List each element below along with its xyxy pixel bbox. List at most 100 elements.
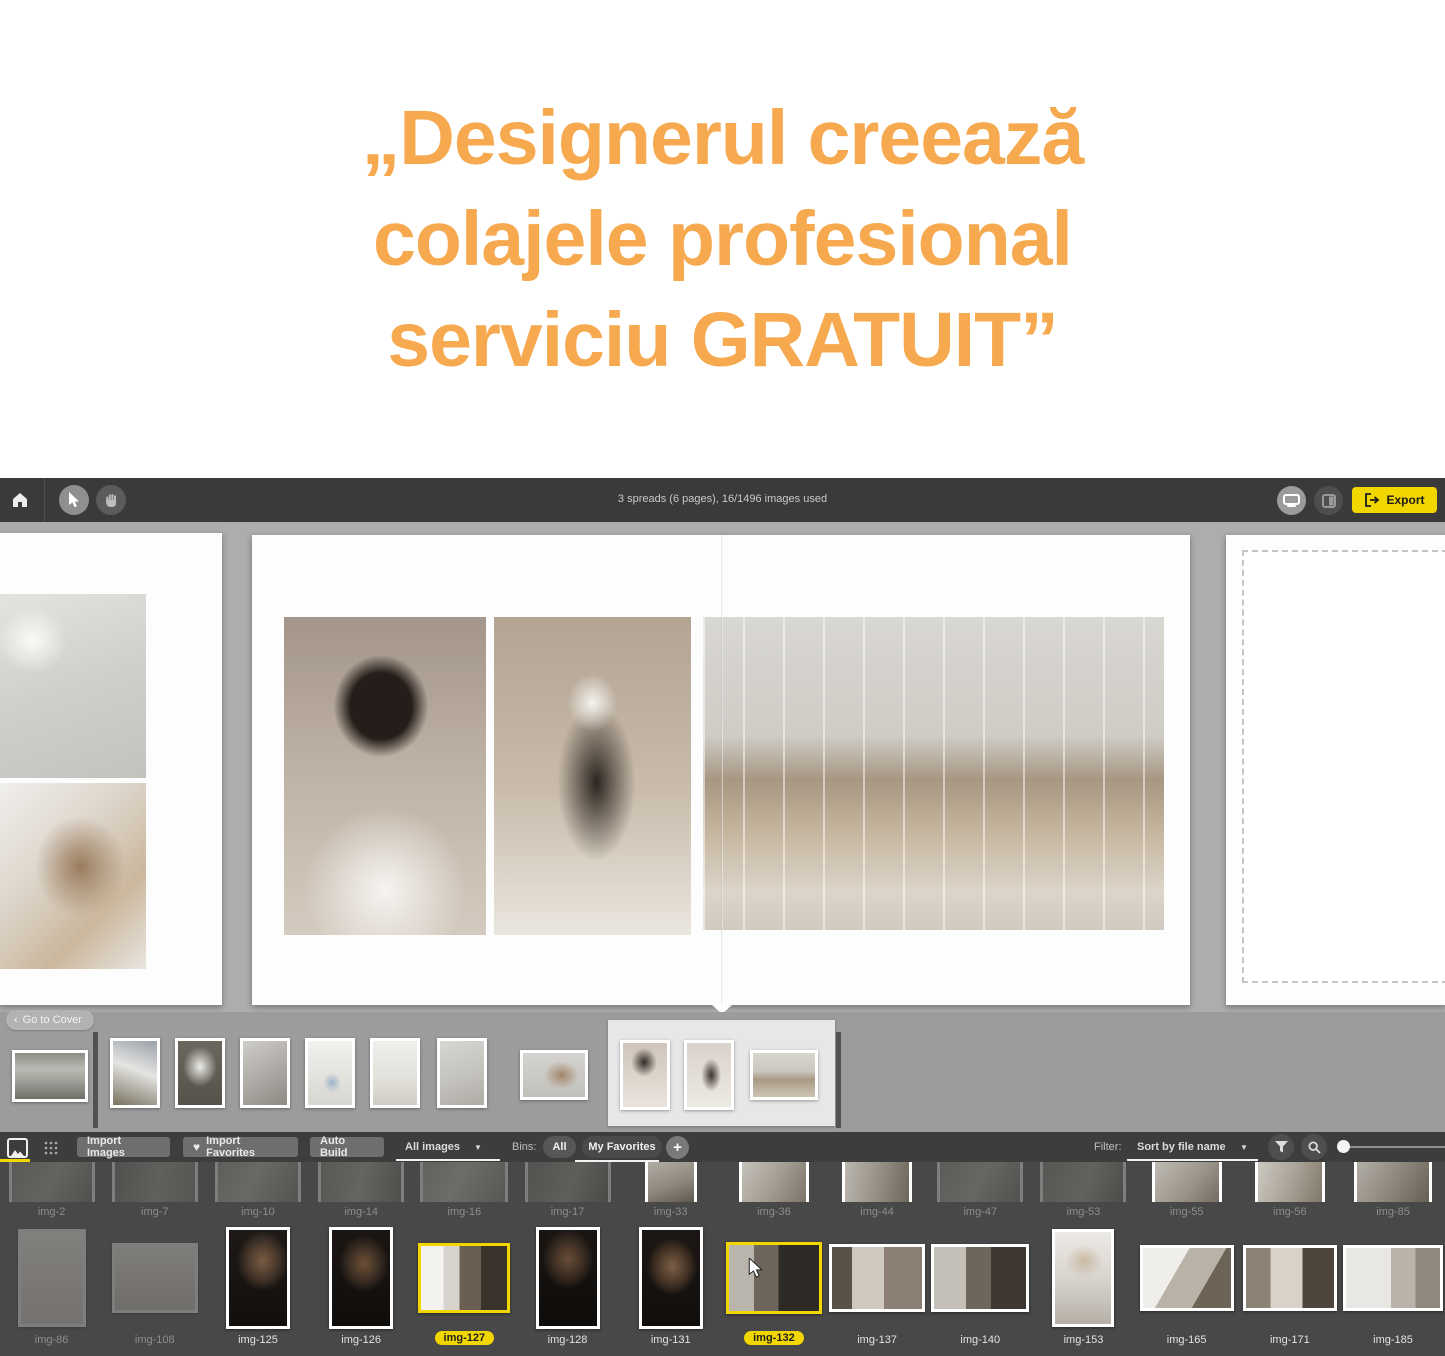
bins-all-button[interactable]: All xyxy=(543,1136,576,1158)
images-filter-value: All images xyxy=(405,1141,460,1153)
sort-dropdown[interactable]: Sort by file name xyxy=(1137,1141,1226,1153)
spread1-thumb-3[interactable] xyxy=(240,1038,290,1108)
spread1-thumb-1[interactable] xyxy=(110,1038,160,1108)
go-to-cover-button[interactable]: ‹ Go to Cover xyxy=(6,1010,94,1030)
export-button[interactable]: Export xyxy=(1352,487,1437,513)
thumb-img-137[interactable] xyxy=(829,1244,925,1312)
current-spread-page[interactable] xyxy=(252,535,1190,1005)
dots-grid-button[interactable] xyxy=(42,1139,60,1157)
thumb-img-56[interactable] xyxy=(1255,1162,1325,1202)
next-spread-page xyxy=(1226,535,1445,1005)
sort-value: Sort by file name xyxy=(1137,1141,1226,1153)
thumb-img-108[interactable] xyxy=(112,1243,198,1313)
thumb-img-36[interactable] xyxy=(739,1162,809,1202)
auto-build-label: Auto Build xyxy=(320,1135,374,1159)
chevron-down-icon[interactable]: ▼ xyxy=(474,1143,482,1152)
thumb-img-153[interactable] xyxy=(1052,1229,1114,1327)
selected-spread-thumb-2[interactable] xyxy=(684,1040,734,1110)
image-cell: img-185 xyxy=(1341,1226,1444,1346)
screenshot-root: „Designerul creează colajele profesional… xyxy=(0,0,1445,1356)
filmstrip-divider xyxy=(93,1032,98,1128)
thumb-img-131[interactable] xyxy=(639,1227,703,1329)
selected-spread-thumb-1[interactable] xyxy=(620,1040,670,1110)
image-icon xyxy=(11,1147,24,1156)
add-bin-button[interactable]: + xyxy=(666,1136,689,1159)
image-cell: img-33 xyxy=(619,1162,722,1218)
spread1-thumb-5[interactable] xyxy=(370,1038,420,1108)
photo-bride-bow-back[interactable] xyxy=(494,617,691,935)
spread1-thumb-6[interactable] xyxy=(437,1038,487,1108)
thumb-img-10[interactable] xyxy=(215,1162,301,1202)
thumb-img-7[interactable] xyxy=(112,1162,198,1202)
thumb-img-140[interactable] xyxy=(931,1244,1029,1312)
photo-veil-flowers[interactable] xyxy=(0,594,146,778)
image-label: img-17 xyxy=(551,1206,585,1218)
hero-headline-line2: colajele profesional xyxy=(373,189,1072,290)
image-cell: img-56 xyxy=(1238,1162,1341,1218)
image-cell: img-127 xyxy=(413,1226,516,1346)
search-button[interactable] xyxy=(1301,1134,1327,1160)
cover-spread-thumb[interactable] xyxy=(12,1050,88,1102)
thumb-img-16[interactable] xyxy=(420,1162,508,1202)
import-images-label: Import Images xyxy=(87,1135,160,1159)
thumb-img-126[interactable] xyxy=(329,1227,393,1329)
image-label: img-16 xyxy=(448,1206,482,1218)
photo-bridesmaids-group[interactable] xyxy=(703,617,1164,930)
selected-spread-panel[interactable] xyxy=(608,1020,835,1126)
image-label: img-44 xyxy=(860,1206,894,1218)
thumb-img-47[interactable] xyxy=(937,1162,1023,1202)
thumb-img-85[interactable] xyxy=(1354,1162,1432,1202)
image-cell: img-165 xyxy=(1135,1226,1238,1346)
thumb-img-55[interactable] xyxy=(1152,1162,1222,1202)
image-label-selected: img-127 xyxy=(435,1331,495,1345)
previous-spread-page xyxy=(0,533,222,1005)
image-label: img-7 xyxy=(141,1206,169,1218)
my-favorites-tab[interactable]: My Favorites xyxy=(582,1136,662,1158)
image-cell: img-44 xyxy=(826,1162,929,1218)
spread1-thumb-2[interactable] xyxy=(175,1038,225,1108)
thumb-img-171[interactable] xyxy=(1243,1245,1337,1311)
image-label: img-131 xyxy=(651,1334,691,1346)
spread-fold-line xyxy=(721,535,723,1005)
spread1-thumb-4[interactable] xyxy=(305,1038,355,1108)
my-favorites-label: My Favorites xyxy=(588,1141,655,1153)
import-favorites-button[interactable]: ♥ Import Favorites xyxy=(183,1137,298,1157)
empty-photo-placeholder[interactable] xyxy=(1242,550,1445,983)
auto-build-button[interactable]: Auto Build xyxy=(310,1137,384,1157)
filter-button[interactable] xyxy=(1268,1134,1294,1160)
thumb-img-128[interactable] xyxy=(536,1227,600,1329)
thumb-img-165[interactable] xyxy=(1140,1245,1234,1311)
image-view-button[interactable] xyxy=(7,1138,28,1158)
export-label: Export xyxy=(1386,493,1424,507)
image-cell: img-10 xyxy=(206,1162,309,1218)
thumb-img-86[interactable] xyxy=(18,1229,86,1327)
thumb-img-14[interactable] xyxy=(318,1162,404,1202)
thumbnail-size-slider-knob[interactable] xyxy=(1337,1140,1350,1153)
images-filter-dropdown[interactable]: All images xyxy=(405,1141,460,1153)
photo-jewelry-box[interactable] xyxy=(0,783,146,969)
thumb-img-17[interactable] xyxy=(525,1162,611,1202)
plus-icon: + xyxy=(673,1139,682,1156)
thumbnail-size-slider-track xyxy=(1344,1146,1445,1148)
thumb-img-127[interactable] xyxy=(418,1243,510,1313)
image-cell: img-137 xyxy=(826,1226,929,1346)
chevron-down-icon-2[interactable]: ▼ xyxy=(1240,1143,1248,1152)
photo-bride-portrait[interactable] xyxy=(284,617,486,935)
thumb-img-185[interactable] xyxy=(1343,1245,1443,1311)
selected-spread-thumb-3[interactable] xyxy=(750,1050,818,1100)
import-images-button[interactable]: Import Images xyxy=(77,1137,170,1157)
image-label: img-140 xyxy=(960,1334,1000,1346)
spread-view-icon xyxy=(1283,494,1300,508)
page-view-button[interactable] xyxy=(1314,486,1343,515)
hero-banner: „Designerul creează colajele profesional… xyxy=(0,0,1445,478)
thumb-img-33[interactable] xyxy=(645,1162,697,1202)
thumb-img-132[interactable] xyxy=(726,1242,822,1314)
thumb-img-125[interactable] xyxy=(226,1227,290,1329)
thumb-img-2[interactable] xyxy=(9,1162,95,1202)
thumb-img-44[interactable] xyxy=(842,1162,912,1202)
top-toolbar: 3 spreads (6 pages), 16/1496 images used… xyxy=(0,478,1445,522)
thumb-img-53[interactable] xyxy=(1040,1162,1126,1202)
spread-view-button[interactable] xyxy=(1277,486,1306,515)
heart-icon: ♥ xyxy=(193,1140,200,1154)
spread1-thumb-7[interactable] xyxy=(520,1050,588,1100)
